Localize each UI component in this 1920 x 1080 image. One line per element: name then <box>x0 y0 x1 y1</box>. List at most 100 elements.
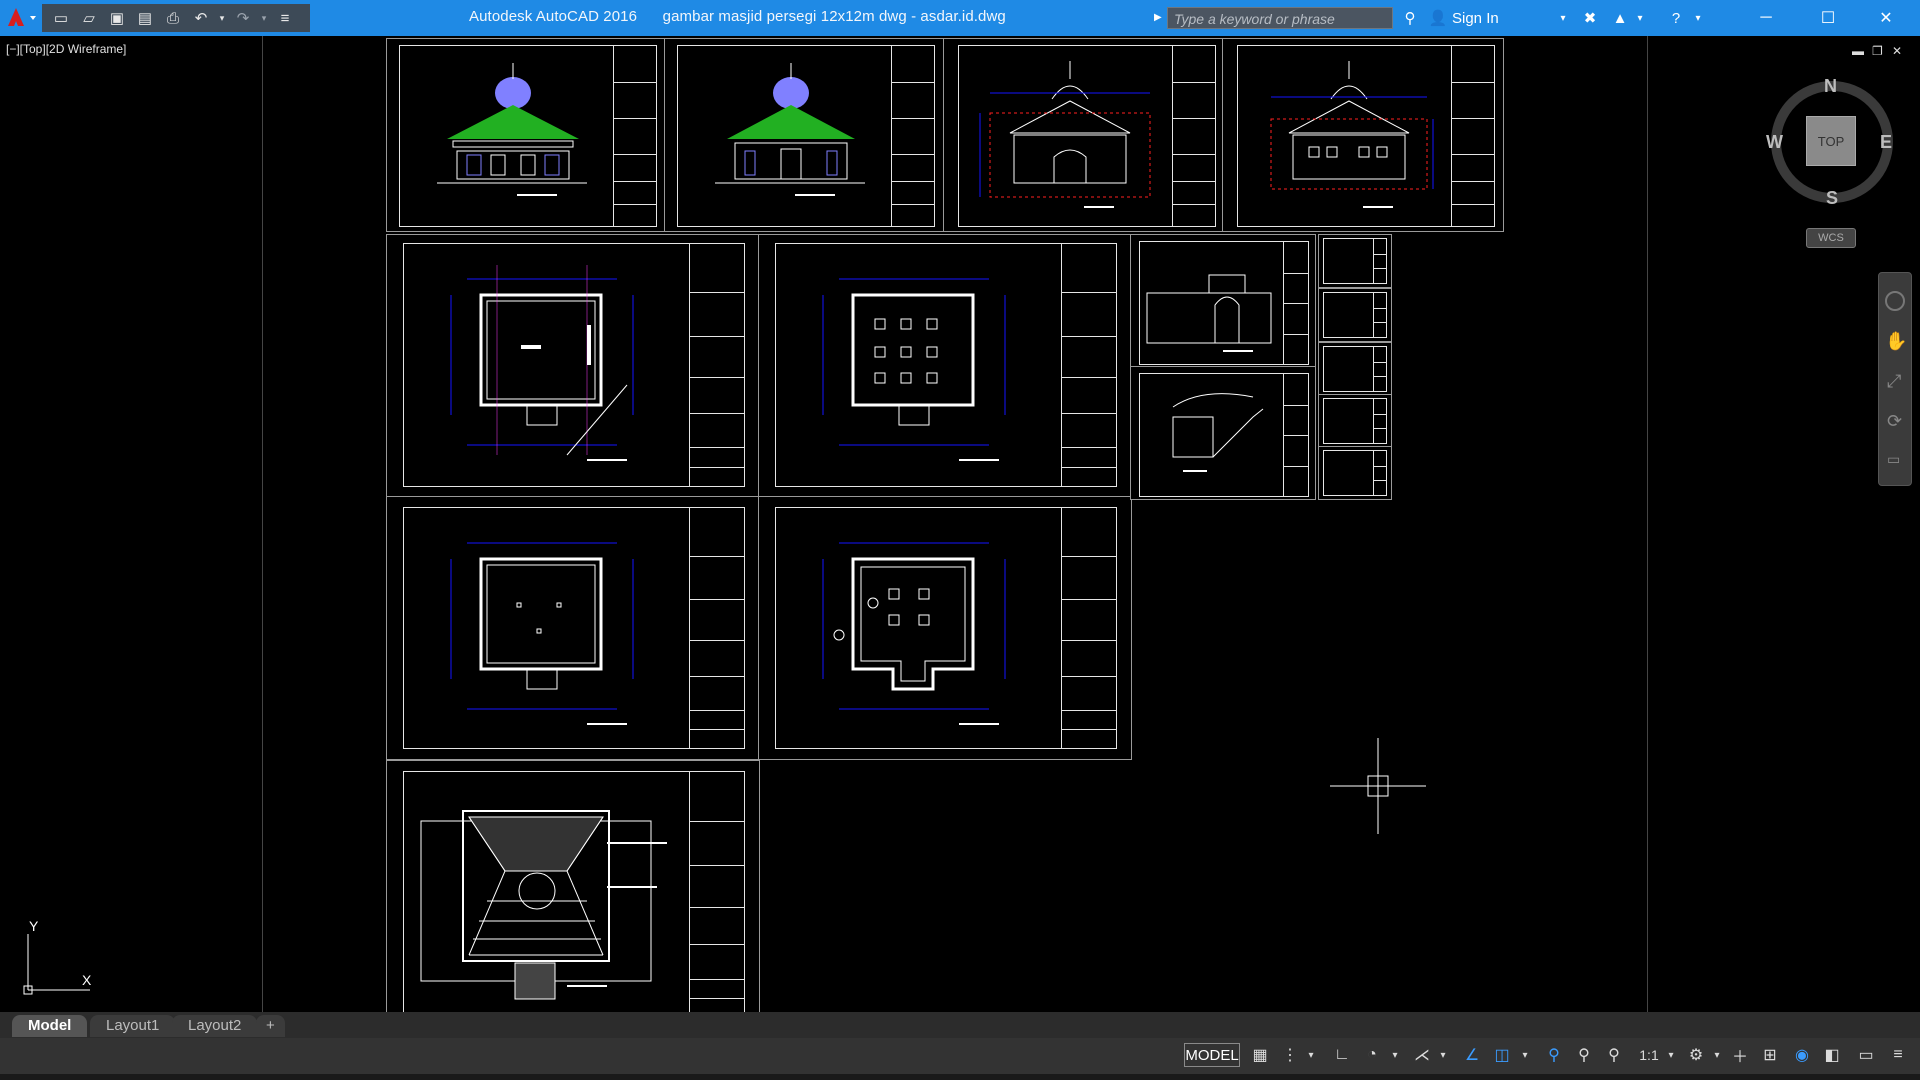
viewcube-south[interactable]: S <box>1826 188 1838 209</box>
viewport-restore-icon[interactable]: ❐ <box>1872 44 1883 58</box>
sign-in-button[interactable]: Sign In <box>1452 7 1522 29</box>
search-expand-icon[interactable]: ▶ <box>1154 8 1164 28</box>
search-input[interactable]: Type a keyword or phrase <box>1167 7 1393 29</box>
viewport-controls-label[interactable]: [−][Top][2D Wireframe] <box>6 42 126 56</box>
workspace-gear-icon[interactable]: ⚙ <box>1684 1043 1708 1067</box>
roof-plan-drawing <box>420 810 667 1000</box>
customize-toolbar-icon[interactable]: ≡ <box>272 5 298 31</box>
sheet-detail-column-b[interactable] <box>1318 288 1392 342</box>
boundary-line <box>1647 36 1648 1012</box>
tab-layout1[interactable]: Layout1 <box>90 1015 176 1037</box>
viewcube-north[interactable]: N <box>1824 76 1837 97</box>
isodraft-dropdown-icon[interactable]: ▾ <box>1436 1043 1450 1067</box>
sign-in-dropdown-icon[interactable]: ▾ <box>1556 7 1570 29</box>
floor-plan-drawing <box>450 265 634 461</box>
undo-icon[interactable]: ↶ <box>188 5 214 31</box>
viewcube-west[interactable]: W <box>1766 132 1783 153</box>
minimize-button[interactable]: ─ <box>1742 0 1790 36</box>
scale-dropdown-icon[interactable]: ▾ <box>1664 1043 1678 1067</box>
user-icon[interactable]: 👤 <box>1428 7 1448 29</box>
title-bar: ▭ ▱ ▣ ▤ ⎙ ↶ ▾ ↷ ▾ ≡ Autodesk AutoCAD 201… <box>0 0 1920 36</box>
units-icon[interactable]: ⊞ <box>1758 1043 1782 1067</box>
clean-screen-icon[interactable]: ▭ <box>1854 1043 1878 1067</box>
sheet-detail-mihrab-elevation[interactable] <box>1130 234 1316 368</box>
sheet-elevation-dimensioned-side[interactable] <box>1222 38 1504 232</box>
annotation-monitor-icon[interactable]: ＋ <box>1728 1043 1752 1067</box>
sheet-detail-column-a[interactable] <box>1318 234 1392 288</box>
workspace-dropdown-icon[interactable]: ▾ <box>1710 1043 1724 1067</box>
object-snap-icon[interactable]: ◫ <box>1490 1043 1514 1067</box>
sheet-detail-window[interactable] <box>1318 342 1392 396</box>
object-snap-tracking-icon[interactable]: ∠ <box>1460 1043 1484 1067</box>
search-placeholder: Type a keyword or phrase <box>1174 11 1335 27</box>
mosque-section-drawing <box>1270 61 1434 208</box>
redo-dropdown-icon[interactable]: ▾ <box>258 5 270 31</box>
sheet-elevation-dimensioned-front[interactable] <box>943 38 1223 232</box>
viewport-close-icon[interactable]: ✕ <box>1892 44 1902 58</box>
save-as-icon[interactable]: ▤ <box>132 5 158 31</box>
annotation-visibility-icon[interactable]: ⚲ <box>1542 1043 1566 1067</box>
sheet-detail-stair-section[interactable] <box>1130 366 1316 500</box>
sheet-lighting-plan[interactable] <box>386 496 760 760</box>
snap-icon[interactable]: ⋮ <box>1278 1043 1302 1067</box>
new-file-icon[interactable]: ▭ <box>48 5 74 31</box>
tab-layout2[interactable]: Layout2 <box>172 1015 258 1037</box>
customization-menu-icon[interactable]: ≡ <box>1886 1043 1910 1067</box>
viewcube-east[interactable]: E <box>1880 132 1892 153</box>
add-layout-button[interactable]: + <box>256 1015 285 1037</box>
redo-icon[interactable]: ↷ <box>230 5 256 31</box>
polar-dropdown-icon[interactable]: ▾ <box>1388 1043 1402 1067</box>
isolate-objects-icon[interactable]: ◧ <box>1820 1043 1844 1067</box>
wcs-menu[interactable]: WCS <box>1806 228 1856 248</box>
help-dropdown-icon[interactable]: ▾ <box>1692 7 1704 29</box>
a360-icon[interactable]: ▲ <box>1608 7 1632 29</box>
steering-wheel-icon[interactable] <box>1885 291 1905 311</box>
binoculars-icon[interactable]: ⚲ <box>1398 7 1422 29</box>
sheet-elevation-side[interactable] <box>664 38 944 232</box>
plot-icon[interactable]: ⎙ <box>160 5 186 31</box>
object-snap-dropdown-icon[interactable]: ▾ <box>1518 1043 1532 1067</box>
lighting-plan-drawing <box>450 542 634 725</box>
save-icon[interactable]: ▣ <box>104 5 130 31</box>
mosque-elevation-drawing <box>437 63 587 196</box>
maximize-button[interactable]: ☐ <box>1804 0 1852 36</box>
annotation-scale-value[interactable]: 1:1 <box>1632 1043 1666 1067</box>
annotation-scale-icon[interactable]: ⚲ <box>1602 1043 1626 1067</box>
mosque-section-drawing <box>979 61 1151 208</box>
viewport-minimize-icon[interactable]: ▬ <box>1852 44 1864 58</box>
tab-model[interactable]: Model <box>12 1015 88 1037</box>
sheet-detail-door[interactable] <box>1318 394 1392 448</box>
close-button[interactable]: ✕ <box>1862 0 1910 36</box>
window-title: Autodesk AutoCAD 2016 gambar masjid pers… <box>469 8 1006 25</box>
boundary-line <box>262 36 263 1012</box>
sheet-detail-footing[interactable] <box>1318 446 1392 500</box>
help-icon[interactable]: ? <box>1664 7 1688 29</box>
zoom-extents-icon[interactable]: ⤢ <box>1887 371 1901 392</box>
showmotion-icon[interactable]: ▭ <box>1887 451 1900 468</box>
ortho-icon[interactable]: ∟ <box>1330 1043 1354 1067</box>
auto-scale-icon[interactable]: ⚲ <box>1572 1043 1596 1067</box>
a360-dropdown-icon[interactable]: ▾ <box>1634 7 1646 29</box>
sheet-foundation-plan[interactable] <box>758 496 1132 760</box>
viewcube-top-face[interactable]: TOP <box>1806 116 1856 166</box>
hardware-acceleration-icon[interactable]: ◉ <box>1790 1043 1814 1067</box>
exchange-apps-icon[interactable]: ✖ <box>1578 7 1602 29</box>
taskbar-strip <box>0 1074 1920 1080</box>
mihrab-detail-drawing <box>1146 274 1272 352</box>
pan-icon[interactable]: ✋ <box>1885 331 1907 352</box>
undo-dropdown-icon[interactable]: ▾ <box>216 5 228 31</box>
sheet-column-plan[interactable] <box>758 234 1132 498</box>
stair-section-drawing <box>1172 393 1264 472</box>
polar-tracking-icon[interactable]: ◔ <box>1360 1043 1384 1067</box>
autocad-logo-icon[interactable] <box>2 4 38 32</box>
viewcube[interactable]: N S E W TOP <box>1766 74 1896 214</box>
open-file-icon[interactable]: ▱ <box>76 5 102 31</box>
isodraft-icon[interactable]: ⋌ <box>1410 1043 1434 1067</box>
orbit-icon[interactable]: ⟳ <box>1887 411 1902 432</box>
sheet-elevation-front[interactable] <box>386 38 666 232</box>
grid-icon[interactable]: ▦ <box>1248 1043 1272 1067</box>
sheet-roof-plan[interactable] <box>386 760 760 1019</box>
model-space-toggle[interactable]: MODEL <box>1184 1043 1240 1067</box>
sheet-floor-plan[interactable] <box>386 234 760 498</box>
snap-dropdown-icon[interactable]: ▾ <box>1304 1043 1318 1067</box>
